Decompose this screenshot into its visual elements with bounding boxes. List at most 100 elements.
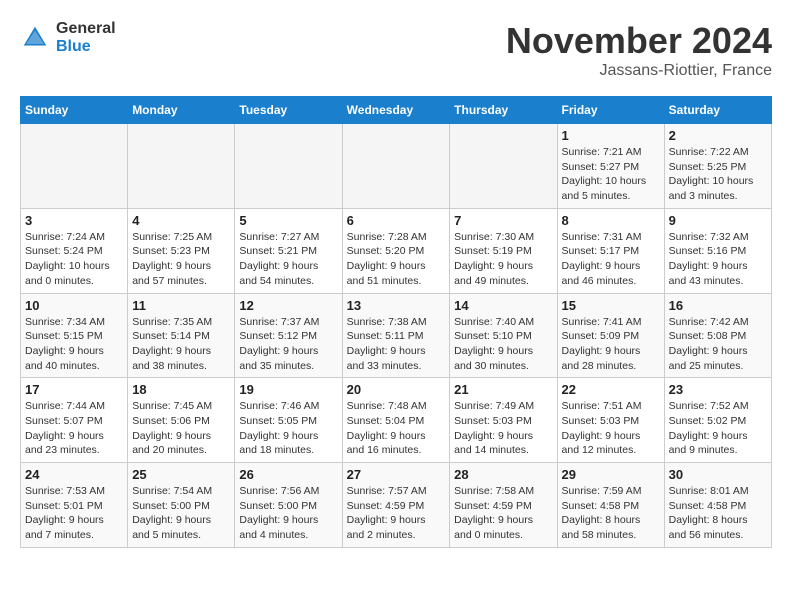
day-info: Sunrise: 7:32 AM Sunset: 5:16 PM Dayligh…	[669, 230, 767, 289]
calendar-cell: 26 Sunrise: 7:56 AM Sunset: 5:00 PM Dayli…	[235, 463, 342, 548]
logo-blue-text: Blue	[56, 38, 116, 56]
calendar-cell: 16Sunrise: 7:42 AM Sunset: 5:08 PM Dayli…	[664, 293, 771, 378]
weekday-header-monday: Monday	[128, 97, 235, 124]
calendar-cell: 7 Sunrise: 7:30 AM Sunset: 5:19 PM Daylig…	[450, 208, 557, 293]
day-number: 29	[562, 467, 660, 482]
day-info: Sunrise: 7:41 AM Sunset: 5:09 PM Dayligh…	[562, 315, 660, 374]
title-block: November 2024 Jassans-Riottier, France	[506, 20, 772, 80]
day-info: Sunrise: 7:27 AM Sunset: 5:21 PM Dayligh…	[239, 230, 337, 289]
month-title: November 2024	[506, 20, 772, 62]
day-number: 10	[25, 298, 123, 313]
day-info: Sunrise: 7:58 AM Sunset: 4:59 PM Dayligh…	[454, 484, 552, 543]
calendar-cell: 18Sunrise: 7:45 AM Sunset: 5:06 PM Dayli…	[128, 378, 235, 463]
weekday-header-friday: Friday	[557, 97, 664, 124]
day-info: Sunrise: 7:53 AM Sunset: 5:01 PM Dayligh…	[25, 484, 123, 543]
logo: General Blue	[20, 20, 116, 55]
weekday-header-saturday: Saturday	[664, 97, 771, 124]
day-info: Sunrise: 7:24 AM Sunset: 5:24 PM Dayligh…	[25, 230, 123, 289]
weekday-header-thursday: Thursday	[450, 97, 557, 124]
day-info: Sunrise: 7:54 AM Sunset: 5:00 PM Dayligh…	[132, 484, 230, 543]
calendar-week-5: 24 Sunrise: 7:53 AM Sunset: 5:01 PM Dayli…	[21, 463, 772, 548]
calendar-cell: 13 Sunrise: 7:38 AM Sunset: 5:11 PM Dayli…	[342, 293, 450, 378]
day-number: 25	[132, 467, 230, 482]
calendar-body: 1Sunrise: 7:21 AM Sunset: 5:27 PM Daylig…	[21, 124, 772, 548]
calendar-cell: 14 Sunrise: 7:40 AM Sunset: 5:10 PM Dayli…	[450, 293, 557, 378]
day-number: 3	[25, 213, 123, 228]
calendar-cell: 6 Sunrise: 7:28 AM Sunset: 5:20 PM Daylig…	[342, 208, 450, 293]
weekday-header-wednesday: Wednesday	[342, 97, 450, 124]
weekday-header-sunday: Sunday	[21, 97, 128, 124]
page-header: General Blue November 2024 Jassans-Riott…	[20, 20, 772, 80]
calendar-cell: 29 Sunrise: 7:59 AM Sunset: 4:58 PM Dayli…	[557, 463, 664, 548]
day-number: 5	[239, 213, 337, 228]
day-number: 28	[454, 467, 552, 482]
day-info: Sunrise: 7:21 AM Sunset: 5:27 PM Dayligh…	[562, 145, 660, 204]
calendar-cell	[128, 124, 235, 209]
day-info: Sunrise: 7:59 AM Sunset: 4:58 PM Dayligh…	[562, 484, 660, 543]
day-number: 26	[239, 467, 337, 482]
calendar-cell: 19 Sunrise: 7:46 AM Sunset: 5:05 PM Dayli…	[235, 378, 342, 463]
day-number: 30	[669, 467, 767, 482]
day-number: 7	[454, 213, 552, 228]
calendar-week-1: 1Sunrise: 7:21 AM Sunset: 5:27 PM Daylig…	[21, 124, 772, 209]
calendar-cell: 11Sunrise: 7:35 AM Sunset: 5:14 PM Dayli…	[128, 293, 235, 378]
day-info: Sunrise: 7:34 AM Sunset: 5:15 PM Dayligh…	[25, 315, 123, 374]
day-info: Sunrise: 7:28 AM Sunset: 5:20 PM Dayligh…	[347, 230, 446, 289]
calendar-cell	[235, 124, 342, 209]
day-number: 19	[239, 382, 337, 397]
calendar-cell: 9 Sunrise: 7:32 AM Sunset: 5:16 PM Daylig…	[664, 208, 771, 293]
day-number: 4	[132, 213, 230, 228]
calendar-cell: 28 Sunrise: 7:58 AM Sunset: 4:59 PM Dayli…	[450, 463, 557, 548]
day-info: Sunrise: 7:40 AM Sunset: 5:10 PM Dayligh…	[454, 315, 552, 374]
logo-text: General Blue	[56, 20, 116, 55]
calendar-cell: 27 Sunrise: 7:57 AM Sunset: 4:59 PM Dayli…	[342, 463, 450, 548]
calendar-cell: 17 Sunrise: 7:44 AM Sunset: 5:07 PM Dayli…	[21, 378, 128, 463]
calendar-cell: 21 Sunrise: 7:49 AM Sunset: 5:03 PM Dayli…	[450, 378, 557, 463]
calendar-week-4: 17 Sunrise: 7:44 AM Sunset: 5:07 PM Dayli…	[21, 378, 772, 463]
calendar-cell: 3 Sunrise: 7:24 AM Sunset: 5:24 PM Daylig…	[21, 208, 128, 293]
calendar-header: SundayMondayTuesdayWednesdayThursdayFrid…	[21, 97, 772, 124]
calendar-cell: 8Sunrise: 7:31 AM Sunset: 5:17 PM Daylig…	[557, 208, 664, 293]
calendar-cell	[21, 124, 128, 209]
day-info: Sunrise: 7:52 AM Sunset: 5:02 PM Dayligh…	[669, 399, 767, 458]
day-number: 27	[347, 467, 446, 482]
day-info: Sunrise: 7:44 AM Sunset: 5:07 PM Dayligh…	[25, 399, 123, 458]
day-info: Sunrise: 7:57 AM Sunset: 4:59 PM Dayligh…	[347, 484, 446, 543]
calendar-cell	[450, 124, 557, 209]
day-number: 17	[25, 382, 123, 397]
day-number: 9	[669, 213, 767, 228]
day-number: 14	[454, 298, 552, 313]
calendar-week-2: 3 Sunrise: 7:24 AM Sunset: 5:24 PM Daylig…	[21, 208, 772, 293]
day-number: 23	[669, 382, 767, 397]
day-info: Sunrise: 7:25 AM Sunset: 5:23 PM Dayligh…	[132, 230, 230, 289]
day-number: 24	[25, 467, 123, 482]
calendar-cell: 25 Sunrise: 7:54 AM Sunset: 5:00 PM Dayli…	[128, 463, 235, 548]
logo-general-text: General	[56, 20, 116, 38]
calendar-table: SundayMondayTuesdayWednesdayThursdayFrid…	[20, 96, 772, 548]
day-info: Sunrise: 7:56 AM Sunset: 5:00 PM Dayligh…	[239, 484, 337, 543]
day-info: Sunrise: 7:22 AM Sunset: 5:25 PM Dayligh…	[669, 145, 767, 204]
day-info: Sunrise: 8:01 AM Sunset: 4:58 PM Dayligh…	[669, 484, 767, 543]
calendar-cell: 4 Sunrise: 7:25 AM Sunset: 5:23 PM Daylig…	[128, 208, 235, 293]
day-info: Sunrise: 7:51 AM Sunset: 5:03 PM Dayligh…	[562, 399, 660, 458]
day-number: 21	[454, 382, 552, 397]
day-info: Sunrise: 7:49 AM Sunset: 5:03 PM Dayligh…	[454, 399, 552, 458]
day-info: Sunrise: 7:30 AM Sunset: 5:19 PM Dayligh…	[454, 230, 552, 289]
calendar-cell: 2 Sunrise: 7:22 AM Sunset: 5:25 PM Daylig…	[664, 124, 771, 209]
day-number: 13	[347, 298, 446, 313]
day-number: 22	[562, 382, 660, 397]
day-info: Sunrise: 7:38 AM Sunset: 5:11 PM Dayligh…	[347, 315, 446, 374]
day-number: 6	[347, 213, 446, 228]
calendar-cell: 5 Sunrise: 7:27 AM Sunset: 5:21 PM Daylig…	[235, 208, 342, 293]
day-info: Sunrise: 7:37 AM Sunset: 5:12 PM Dayligh…	[239, 315, 337, 374]
calendar-week-3: 10 Sunrise: 7:34 AM Sunset: 5:15 PM Dayli…	[21, 293, 772, 378]
day-number: 2	[669, 128, 767, 143]
day-number: 15	[562, 298, 660, 313]
calendar-cell: 10 Sunrise: 7:34 AM Sunset: 5:15 PM Dayli…	[21, 293, 128, 378]
day-info: Sunrise: 7:46 AM Sunset: 5:05 PM Dayligh…	[239, 399, 337, 458]
day-info: Sunrise: 7:48 AM Sunset: 5:04 PM Dayligh…	[347, 399, 446, 458]
calendar-cell: 1Sunrise: 7:21 AM Sunset: 5:27 PM Daylig…	[557, 124, 664, 209]
day-number: 8	[562, 213, 660, 228]
calendar-cell: 24 Sunrise: 7:53 AM Sunset: 5:01 PM Dayli…	[21, 463, 128, 548]
calendar-cell: 30 Sunrise: 8:01 AM Sunset: 4:58 PM Dayli…	[664, 463, 771, 548]
